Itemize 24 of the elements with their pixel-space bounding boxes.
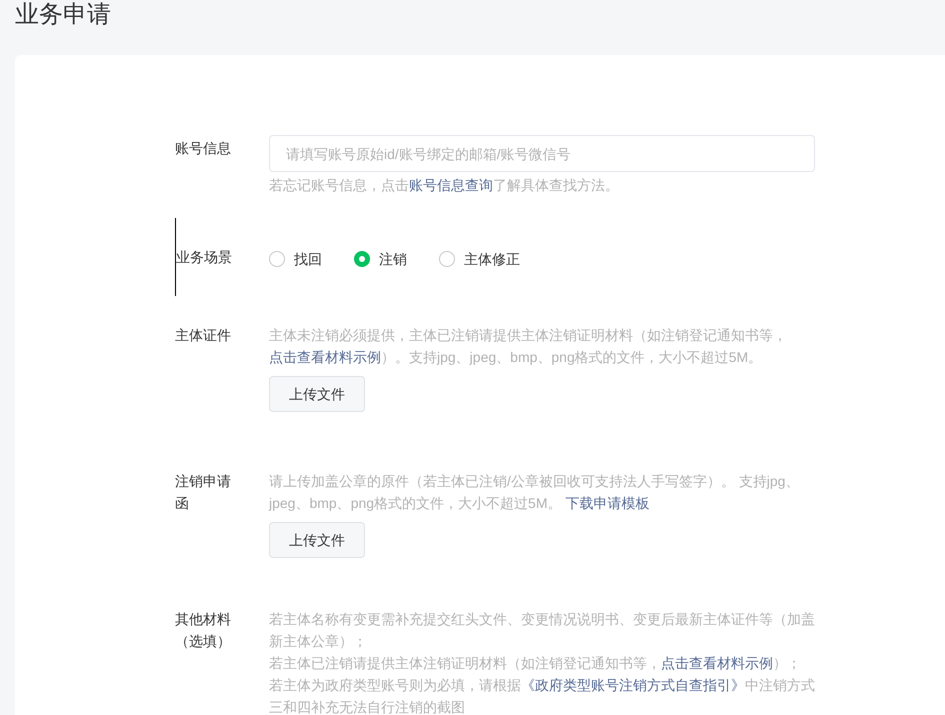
upload-button[interactable]: 上传文件 — [269, 522, 365, 558]
help-link[interactable]: 《政府类型账号注销方式自查指引》 — [521, 677, 745, 693]
page-title: 业务申请 — [14, 0, 112, 30]
radio-option[interactable]: 注销 — [354, 248, 407, 270]
field-label: 账号信息 — [175, 139, 232, 158]
field-label: 其他材料 — [175, 610, 232, 629]
hint-text: 若主体为政府类型账号则为必填，请根据《政府类型账号注销方式自查指引》中注销方式三和四补充无法自行注销的截图 — [269, 676, 815, 715]
field-label: （选填） — [175, 632, 232, 651]
hint-text: 主体未注销必须提供，主体已注销请提供主体注销证明材料（如注销登记通知书等， 点击查看材料示例）。支持jpg、jpeg、bmp、png格式的文件，大小不超过5M。 — [269, 326, 788, 367]
upload-button[interactable]: 上传文件 — [269, 376, 365, 412]
account-input-field[interactable]: 请填写账号原始id/账号绑定的邮箱/账号微信号 — [269, 135, 815, 172]
radio-option[interactable]: 主体修正 — [439, 248, 520, 270]
field-label: 注销申请函 — [175, 472, 232, 513]
hint-text: 若主体名称有变更需补充提交红头文件、变更情况说明书、变更后最新主体证件等（加盖新主体公章）； — [269, 610, 815, 651]
hint-text: 若主体已注销请提供主体注销证明材料（如注销登记通知书等，点击查看材料示例）； — [269, 654, 802, 673]
field-label: 主体证件 — [175, 326, 232, 345]
field-label: 业务场景 — [176, 248, 233, 267]
help-link[interactable]: 点击查看材料示例 — [661, 655, 773, 671]
help-link[interactable]: 下载申请模板 — [565, 495, 650, 511]
help-link[interactable]: 账号信息查询 — [409, 177, 493, 193]
radio-option[interactable]: 找回 — [269, 248, 322, 270]
help-link[interactable]: 点击查看材料示例 — [269, 349, 381, 365]
hint-text: 请上传加盖公章的原件（若主体已注销/公章被回收可支持法人手写签字）。 支持jpg、jpeg、bmp、png格式的文件，大小不超过5M。 下载申请模板 — [269, 472, 800, 513]
hint-text: 若忘记账号信息，点击账号信息查询了解具体查找方法。 — [269, 176, 620, 195]
